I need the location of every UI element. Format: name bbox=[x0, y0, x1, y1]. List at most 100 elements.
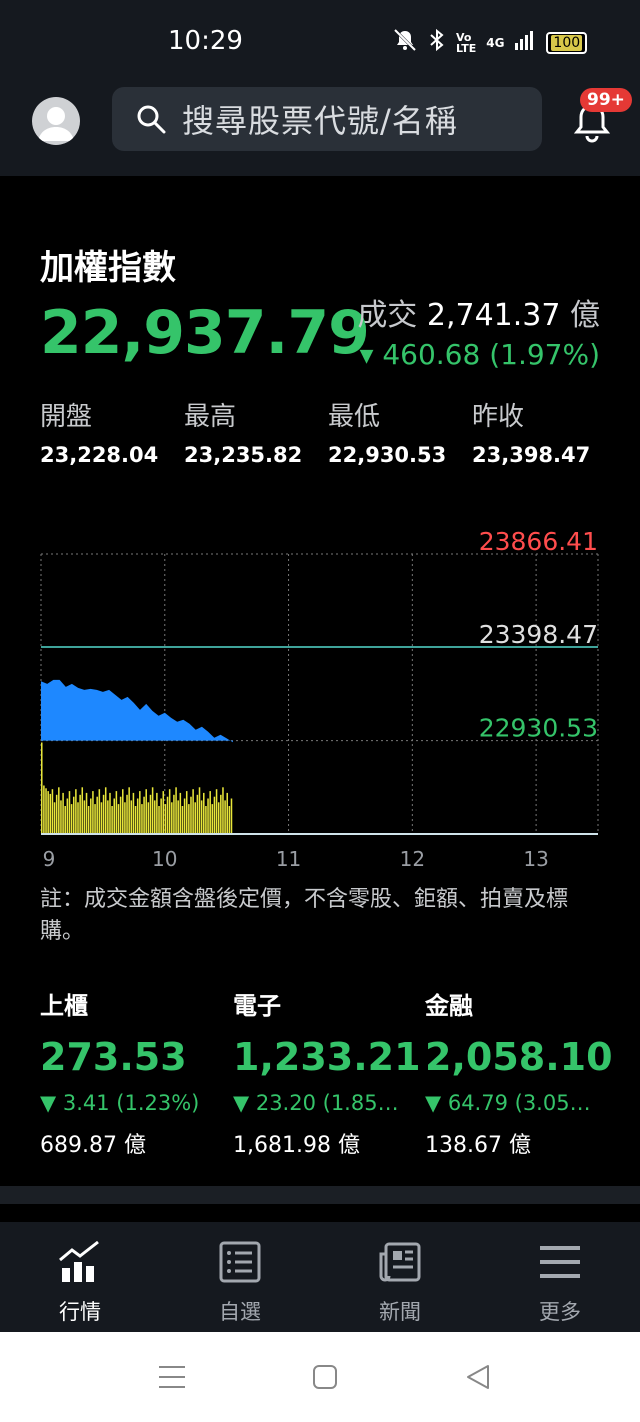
menu-icon bbox=[540, 1246, 580, 1278]
volume-bar bbox=[53, 802, 56, 834]
volume-bar bbox=[136, 798, 139, 834]
notification-badge: 99+ bbox=[580, 88, 632, 112]
nav-watchlist[interactable]: 自選 bbox=[190, 1238, 290, 1326]
volume-bar bbox=[145, 789, 147, 834]
volume-bar bbox=[117, 804, 120, 834]
volume-bar bbox=[211, 804, 214, 834]
recent-apps-icon[interactable] bbox=[158, 1364, 186, 1390]
volume-bar bbox=[51, 789, 54, 834]
volume-bar bbox=[151, 787, 154, 834]
volume-bar bbox=[181, 806, 184, 834]
volume-bar bbox=[104, 787, 107, 834]
volume-bar bbox=[94, 804, 96, 834]
volume-bar bbox=[130, 800, 133, 834]
stat-prev-close: 昨收 23,398.47 bbox=[472, 396, 602, 467]
volume-bar bbox=[77, 802, 79, 834]
volume-bar bbox=[126, 794, 128, 834]
sub-index-value: 273.53 bbox=[40, 1035, 187, 1079]
volume-bar bbox=[134, 806, 137, 834]
volume-bar bbox=[226, 792, 228, 834]
volume-bar bbox=[215, 789, 218, 834]
volume-bar bbox=[60, 800, 62, 834]
volte-icon: Vo LTE bbox=[456, 30, 477, 55]
volume-bar bbox=[92, 791, 94, 834]
price-label-upper: 23866.41 bbox=[479, 527, 598, 556]
nav-market[interactable]: 行情 bbox=[30, 1238, 130, 1326]
volume-bar bbox=[158, 806, 160, 834]
volume-bar bbox=[166, 796, 169, 834]
nav-label: 更多 bbox=[539, 1300, 581, 1324]
stat-value: 22,930.53 bbox=[328, 443, 447, 467]
system-nav-bar bbox=[0, 1332, 640, 1422]
volume-bar bbox=[100, 802, 103, 834]
volume-bar bbox=[75, 789, 77, 834]
volume-bar bbox=[43, 785, 45, 834]
signal-icon bbox=[514, 29, 536, 56]
stat-label: 開盤 bbox=[40, 402, 93, 432]
volume-bar bbox=[188, 804, 190, 834]
sub-index-electronics[interactable]: 電子 1,233.21 ▼ 23.20 (1.85… 1,681.98 億 bbox=[233, 986, 423, 1159]
sub-index-name: 金融 bbox=[425, 992, 473, 1020]
sub-index-value: 2,058.10 bbox=[425, 1035, 613, 1079]
volume-bar bbox=[102, 794, 105, 834]
volume-bar bbox=[47, 791, 49, 834]
sub-index-finance[interactable]: 金融 2,058.10 ▼ 64.79 (3.05… 138.67 億 bbox=[425, 986, 615, 1159]
sub-index-otc[interactable]: 上櫃 273.53 ▼ 3.41 (1.23%) 689.87 億 bbox=[40, 986, 230, 1159]
sub-index-amount: 689.87 億 bbox=[40, 1133, 146, 1158]
volume-bar bbox=[55, 794, 58, 834]
search-input[interactable]: 搜尋股票代號/名稱 bbox=[112, 87, 542, 151]
volume-bar bbox=[113, 798, 116, 834]
avatar[interactable] bbox=[32, 97, 80, 145]
home-icon[interactable] bbox=[312, 1364, 338, 1390]
news-icon bbox=[379, 1242, 421, 1282]
volume-bar bbox=[200, 800, 203, 834]
volume-bar bbox=[192, 789, 194, 834]
stat-value: 23,228.04 bbox=[40, 443, 159, 467]
status-bar: 10:29 Vo LTE 4G 100 bbox=[0, 0, 640, 80]
volume-bar bbox=[190, 796, 192, 834]
stat-value: 23,398.47 bbox=[472, 443, 591, 467]
volume-note: 註：成交金額含盤後定價，不含零股、鉅額、拍賣及標購。 bbox=[40, 887, 569, 944]
volume-bar bbox=[107, 800, 109, 834]
volume-bar bbox=[196, 794, 199, 834]
price-area bbox=[41, 679, 233, 743]
status-icons: Vo LTE 4G 100 bbox=[392, 28, 588, 57]
volume-bar bbox=[79, 794, 81, 834]
volume-bar bbox=[122, 789, 124, 834]
volume-bar bbox=[68, 791, 71, 834]
volume-unit: 億 bbox=[570, 298, 600, 333]
volume-bar bbox=[128, 787, 130, 834]
volume-bar bbox=[224, 800, 226, 834]
nav-label: 自選 bbox=[219, 1300, 261, 1324]
volume-bar bbox=[203, 792, 205, 834]
volume-bar bbox=[66, 798, 69, 834]
volume-bar bbox=[49, 793, 52, 834]
volume-bar bbox=[162, 791, 165, 834]
volume-bar bbox=[207, 798, 209, 834]
index-change-value: 460.68 (1.97%) bbox=[382, 338, 600, 371]
volume-value: 2,741.37 bbox=[426, 298, 561, 333]
bottom-nav: 行情 自選 新聞 更多 bbox=[0, 1222, 640, 1332]
volume-bar bbox=[85, 792, 88, 834]
volume-bar bbox=[164, 804, 167, 834]
intraday-chart[interactable]: 23866.41 23398.47 22930.53 9 10 11 12 13 bbox=[0, 520, 640, 880]
nav-news[interactable]: 新聞 bbox=[350, 1238, 450, 1326]
nav-label: 新聞 bbox=[379, 1300, 421, 1324]
volume-bar bbox=[156, 792, 158, 834]
volume-bar bbox=[230, 798, 233, 834]
volume-bar bbox=[160, 798, 162, 834]
sub-index-amount: 138.67 億 bbox=[425, 1133, 531, 1158]
volume-bar bbox=[96, 796, 98, 834]
index-value: 22,937.79 bbox=[40, 298, 370, 368]
nav-more[interactable]: 更多 bbox=[510, 1238, 610, 1326]
volume-bar bbox=[119, 796, 122, 834]
volume-bar bbox=[41, 742, 43, 834]
volume-bar bbox=[132, 792, 135, 834]
volume-bar bbox=[62, 792, 64, 834]
search-icon bbox=[137, 105, 166, 134]
market-chart-icon bbox=[59, 1240, 99, 1282]
back-icon[interactable] bbox=[466, 1364, 490, 1390]
volume-bar bbox=[72, 796, 75, 834]
volume-bar bbox=[220, 794, 222, 834]
volume-bar bbox=[81, 787, 84, 834]
